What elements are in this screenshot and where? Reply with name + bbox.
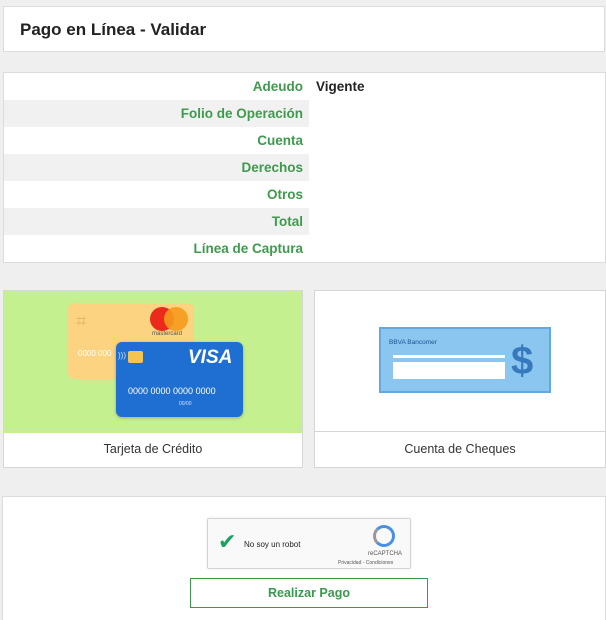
- cheque-image: BBVA Bancomer $: [379, 327, 551, 393]
- detail-label: Otros: [266, 187, 303, 202]
- credit-card-option[interactable]: ⌗ mastercard 0000 000 ))) VISA 0000 0000…: [3, 290, 303, 468]
- detail-value: [309, 235, 605, 262]
- detail-row-total: Total: [4, 208, 605, 235]
- detail-row-cuenta: Cuenta: [4, 127, 605, 154]
- mastercard-number: 0000 000: [78, 349, 112, 358]
- bank-name: BBVA Bancomer: [389, 339, 437, 346]
- page-title-panel: Pago en Línea - Validar: [3, 6, 605, 52]
- detail-label: Folio de Operación: [180, 106, 303, 121]
- visa-card-image: ))) VISA 0000 0000 0000 0000 00/00: [116, 342, 243, 417]
- detail-value: [309, 181, 605, 208]
- dollar-icon: $: [511, 339, 534, 383]
- mastercard-logo-icon: [150, 307, 194, 333]
- detail-value: [309, 154, 605, 181]
- pay-button[interactable]: Realizar Pago: [190, 578, 428, 608]
- visa-expiry: 00/00: [179, 401, 192, 407]
- recaptcha-label: No soy un robot: [244, 540, 301, 549]
- detail-label: Total: [271, 214, 303, 229]
- checkmark-icon[interactable]: ✔: [218, 530, 236, 554]
- payment-details-table: Adeudo Vigente Folio de Operación Cuenta…: [3, 72, 606, 263]
- mastercard-brand-text: mastercard: [152, 331, 183, 337]
- cheque-account-label: Cuenta de Cheques: [315, 431, 605, 467]
- detail-row-linea-captura: Línea de Captura: [4, 235, 605, 262]
- recaptcha-brand: reCAPTCHA: [368, 551, 403, 557]
- visa-logo: VISA: [188, 347, 233, 368]
- cheque-account-option[interactable]: BBVA Bancomer $ Cuenta de Cheques: [314, 290, 606, 468]
- detail-row-folio: Folio de Operación: [4, 100, 605, 127]
- recaptcha-widget[interactable]: ✔ No soy un robot reCAPTCHA Privacidad -…: [207, 518, 411, 569]
- chip-icon: ⌗: [76, 311, 87, 331]
- detail-row-adeudo: Adeudo Vigente: [4, 73, 605, 100]
- recaptcha-logo-icon: [373, 525, 395, 547]
- recaptcha-links[interactable]: Privacidad - Condiciones: [338, 560, 393, 566]
- chip-icon: [128, 351, 143, 363]
- contactless-icon: ))): [118, 351, 126, 360]
- detail-value: [309, 100, 605, 127]
- cheque-line: [393, 355, 505, 358]
- detail-label: Cuenta: [257, 133, 303, 148]
- detail-label: Línea de Captura: [193, 241, 303, 256]
- cheque-illustration: BBVA Bancomer $: [315, 291, 605, 433]
- detail-row-derechos: Derechos: [4, 154, 605, 181]
- detail-label: Derechos: [241, 160, 303, 175]
- detail-label: Adeudo: [252, 79, 303, 94]
- detail-value: [309, 208, 605, 235]
- detail-value: [309, 127, 605, 154]
- detail-row-otros: Otros: [4, 181, 605, 208]
- detail-value: Vigente: [309, 73, 605, 100]
- payment-submit-panel: ✔ No soy un robot reCAPTCHA Privacidad -…: [2, 496, 606, 620]
- page-title: Pago en Línea - Validar: [20, 20, 207, 39]
- credit-card-illustration: ⌗ mastercard 0000 000 ))) VISA 0000 0000…: [4, 291, 302, 433]
- credit-card-label: Tarjeta de Crédito: [4, 431, 302, 467]
- cheque-amount-box: [393, 362, 505, 379]
- visa-number: 0000 0000 0000 0000: [128, 386, 216, 396]
